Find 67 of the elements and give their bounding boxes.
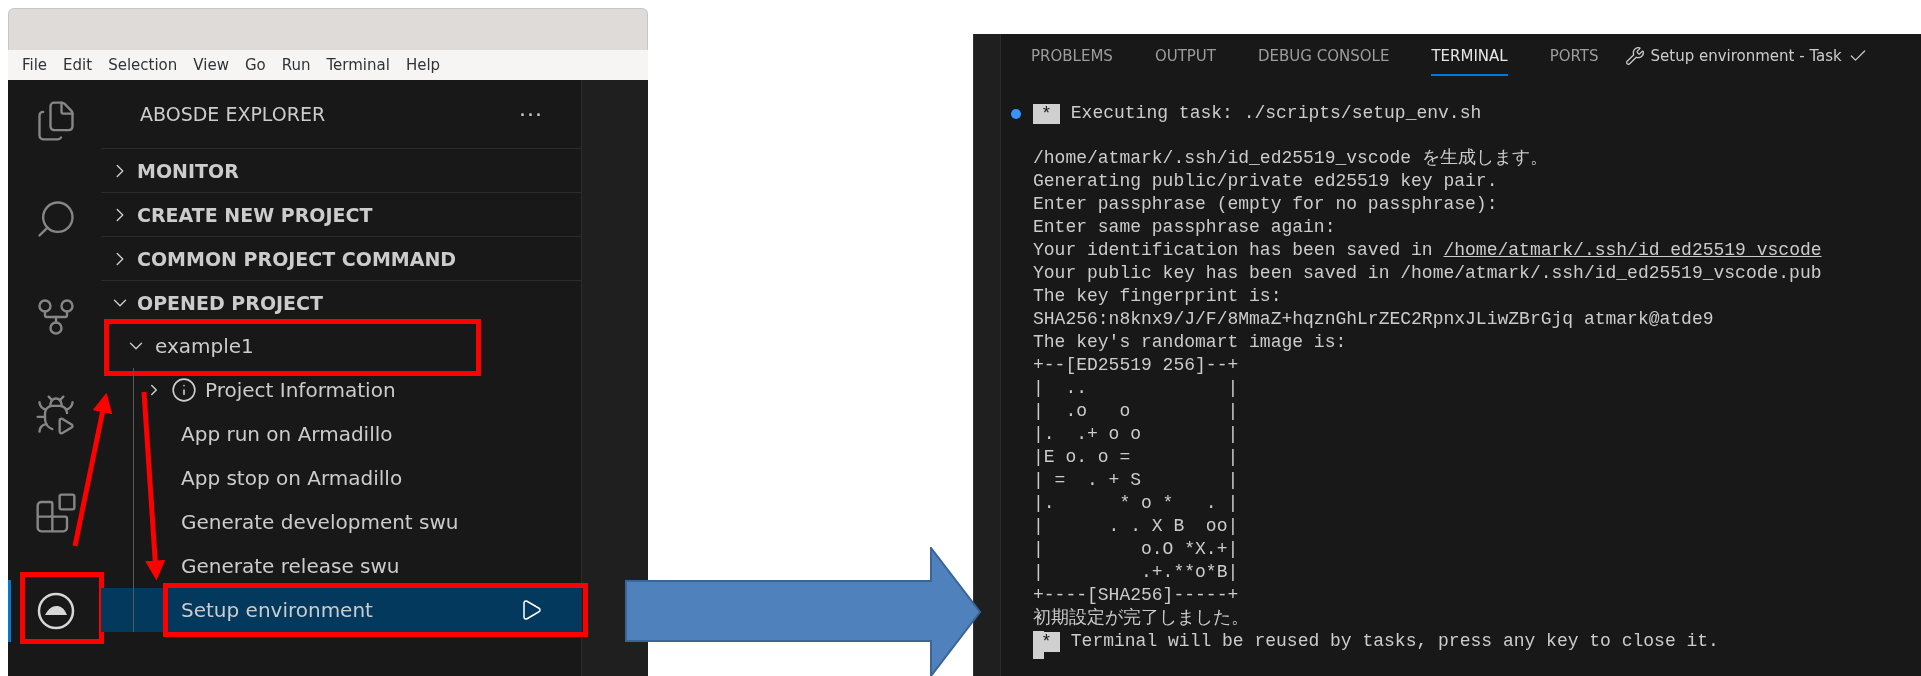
project-item[interactable]: example1 (101, 324, 581, 368)
menu-item[interactable]: View (185, 56, 237, 74)
terminal-line: | .. | (1033, 377, 1239, 400)
terminal-line: +--[ED25519 256]--+ (1033, 354, 1239, 377)
terminal-line: |E o. o = | (1033, 446, 1239, 469)
terminal-line: Generating public/private ed25519 key pair. (1033, 170, 1498, 193)
tree-item-label: Setup environment (181, 598, 373, 622)
panel-tab[interactable]: PORTS (1549, 36, 1599, 76)
terminal-line: +----[SHA256]-----+ (1033, 584, 1239, 607)
section-title: MONITOR (137, 159, 239, 182)
terminal-line: /home/atmark/.ssh/id_ed25519_vscode を生成します。 (1033, 147, 1548, 170)
project-label: example1 (155, 334, 254, 358)
wrench-icon (1624, 46, 1645, 66)
terminal-line: The key's randomart image is: (1033, 331, 1347, 354)
terminal-line: | .o o | (1033, 400, 1239, 423)
terminal-line: Your public key has been saved in /home/atmark/.ssh/id_ed25519_vscode.pub (1033, 262, 1822, 285)
terminal-line: |. .+ o o | (1033, 423, 1239, 446)
info-icon (171, 377, 197, 403)
tree-item[interactable]: App run on Armadillo (101, 412, 581, 456)
tree-item[interactable]: App stop on Armadillo (101, 456, 581, 500)
section-header[interactable]: OPENED PROJECT (101, 280, 581, 324)
terminal-line: Your identification has been saved in (1033, 239, 1434, 262)
tree-item[interactable]: Generate development swu (101, 500, 581, 544)
terminal-line: Enter same passphrase again: (1033, 216, 1336, 239)
menu-item[interactable]: Go (236, 56, 274, 74)
tree-item[interactable]: Setup environment (101, 588, 581, 632)
tree-item-label: App run on Armadillo (181, 422, 393, 446)
terminal-line: SHA256:n8knx9/J/F/8MmaZ+hqznGhLrZEC2RpnxJLiwZBrGjq atmark@atde9 (1033, 308, 1714, 331)
panel-tab[interactable]: TERMINAL (1431, 36, 1508, 76)
task-marker: * (1033, 103, 1060, 124)
blocks-icon (34, 491, 78, 535)
section-header[interactable]: CREATE NEW PROJECT (101, 192, 581, 236)
tree-item-label: Project Information (205, 378, 396, 402)
tree-item[interactable]: Project Information (101, 368, 581, 412)
terminal-line: | = . + S | (1033, 469, 1239, 492)
menu-item[interactable]: Help (397, 56, 449, 74)
menu-item[interactable]: Run (273, 56, 319, 74)
menu-item[interactable]: Selection (100, 56, 186, 74)
tree-item-label: Generate development swu (181, 510, 459, 534)
tree-item[interactable]: Generate release swu (101, 544, 581, 588)
menu-item[interactable]: Edit (55, 56, 101, 74)
tree-item-label: App stop on Armadillo (181, 466, 403, 490)
terminal-line: | .+.**o*B| (1033, 561, 1239, 584)
terminal-line: | o.O *X.+| (1033, 538, 1239, 561)
terminal-line: The key fingerprint is: (1033, 285, 1282, 308)
terminal-line: Terminal will be reused by tasks, press any key to close it. (1070, 630, 1719, 653)
panel-tab[interactable]: DEBUG CONSOLE (1258, 36, 1390, 76)
menu-item[interactable]: File (14, 56, 56, 74)
terminal-line: 初期設定が完了しました。 (1033, 607, 1249, 630)
terminal-line: Executing task: ./scripts/setup_env.sh (1070, 102, 1482, 125)
file-link[interactable]: /home/atmark/.ssh/id_ed25519_vscode (1443, 239, 1822, 262)
terminal-line: Enter passphrase (empty for no passphrase): (1033, 193, 1498, 216)
section-header[interactable]: MONITOR (101, 148, 581, 192)
sidebar-title: ABOSDE EXPLORER (140, 103, 326, 125)
abos-logo-icon (36, 591, 76, 631)
section-title: OPENED PROJECT (137, 291, 323, 314)
section-title: COMMON PROJECT COMMAND (137, 247, 457, 270)
more-actions[interactable]: ··· (519, 101, 543, 127)
task-label[interactable]: Setup environment - Task (1650, 47, 1842, 65)
terminal-line: | . . X B oo| (1033, 515, 1239, 538)
section-title: CREATE NEW PROJECT (137, 203, 373, 226)
section-header[interactable]: COMMON PROJECT COMMAND (101, 236, 581, 280)
terminal-line: |. * o * . | (1033, 492, 1239, 515)
menu-item[interactable]: Terminal (318, 56, 398, 74)
tree-item-label: Generate release swu (181, 554, 400, 578)
panel-tab[interactable]: OUTPUT (1154, 36, 1216, 76)
panel-tab[interactable]: PROBLEMS (1031, 36, 1113, 76)
